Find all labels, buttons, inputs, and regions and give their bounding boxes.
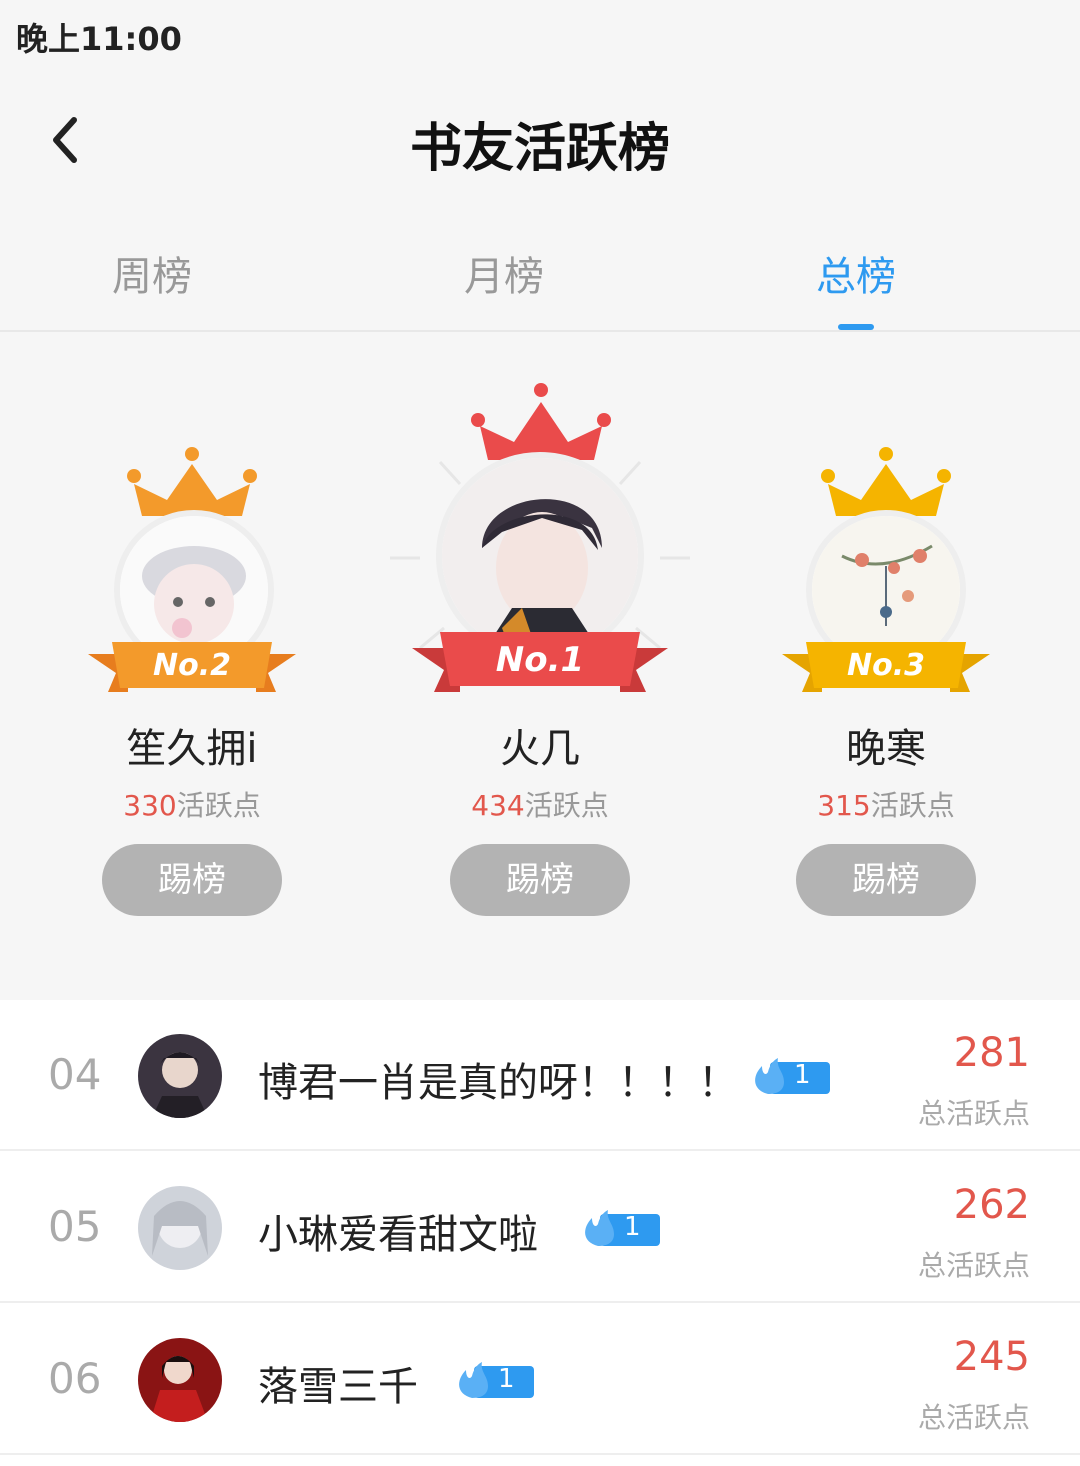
points-unit: 活跃点 — [176, 789, 261, 822]
fire-icon — [755, 1058, 830, 1094]
ranking-list: 04 博君一肖是真的呀！！！！ 1 281 总活跃点 05 小琳爱看甜文啦 1 — [0, 1000, 1080, 1466]
kick-button[interactable]: 踢榜 — [450, 844, 630, 916]
score-value: 262 — [953, 1182, 1030, 1228]
tab-active-indicator — [838, 324, 874, 330]
score-label: 总活跃点 — [917, 1097, 1030, 1130]
rank-number: 05 — [48, 1202, 102, 1251]
avatar — [138, 1338, 222, 1422]
badge-level: 1 — [794, 1060, 811, 1090]
avatar — [138, 1034, 222, 1118]
badge-level: 1 — [624, 1212, 641, 1242]
fire-icon — [459, 1362, 534, 1398]
kick-button[interactable]: 踢榜 — [102, 844, 282, 916]
podium-top3: No.2 笙久拥i 330活跃点 踢榜 No.1 火几 434活跃点 踢榜 No… — [0, 332, 1080, 978]
podium-name: 晚寒 — [846, 726, 926, 772]
tab-overall[interactable]: 总榜 — [756, 244, 956, 302]
podium-points: 434活跃点 — [410, 784, 670, 824]
score-label: 总活跃点 — [917, 1249, 1030, 1282]
tab-monthly[interactable]: 月榜 — [404, 244, 604, 302]
score-label: 总活跃点 — [917, 1401, 1030, 1434]
rank-number: 04 — [48, 1050, 102, 1099]
rank-label: No.1 — [495, 640, 585, 680]
list-item[interactable]: 05 小琳爱看甜文啦 1 262 总活跃点 — [0, 1152, 1080, 1303]
ranking-tabs: 周榜 月榜 总榜 — [0, 220, 1080, 332]
points-unit: 活跃点 — [870, 789, 955, 822]
kick-button[interactable]: 踢榜 — [796, 844, 976, 916]
points-unit: 活跃点 — [524, 789, 609, 822]
status-bar: 晚上11:00 — [0, 0, 1080, 70]
fire-icon — [585, 1210, 660, 1246]
points-value: 434 — [471, 789, 525, 822]
podium-item-rank1[interactable]: No.1 火几 434活跃点 踢榜 — [390, 332, 690, 978]
status-time: 晚上11:00 — [16, 20, 182, 58]
page-title: 书友活跃榜 — [409, 119, 670, 179]
podium-name: 火几 — [500, 726, 580, 772]
list-item[interactable]: 04 博君一肖是真的呀！！！！ 1 281 总活跃点 — [0, 1000, 1080, 1151]
podium-item-rank3[interactable]: No.3 晚寒 315活跃点 踢榜 — [756, 332, 1016, 978]
score-value: 281 — [953, 1030, 1030, 1076]
podium-name: 笙久拥i — [126, 726, 258, 772]
fire-badge: 1 — [750, 1056, 830, 1096]
user-name: 小琳爱看甜文啦 — [258, 1212, 538, 1258]
fire-badge: 1 — [580, 1208, 660, 1248]
list-item[interactable]: 06 落雪三千 1 245 总活跃点 — [0, 1304, 1080, 1455]
avatar — [138, 1186, 222, 1270]
podium-item-rank2[interactable]: No.2 笙久拥i 330活跃点 踢榜 — [62, 332, 322, 978]
podium-points: 330活跃点 — [62, 784, 322, 824]
rank-label: No.2 — [153, 648, 231, 683]
podium-points: 315活跃点 — [756, 784, 1016, 824]
points-value: 315 — [817, 789, 871, 822]
user-name: 落雪三千 — [258, 1364, 418, 1410]
rank-label: No.3 — [847, 648, 925, 683]
badge-level: 1 — [498, 1364, 515, 1394]
user-name: 博君一肖是真的呀！！！！ — [258, 1060, 738, 1106]
fire-badge: 1 — [454, 1360, 534, 1400]
score-value: 245 — [953, 1334, 1030, 1380]
points-value: 330 — [123, 789, 177, 822]
tab-weekly[interactable]: 周榜 — [52, 244, 252, 302]
rank-number: 06 — [48, 1354, 102, 1403]
nav-bar: 书友活跃榜 — [0, 70, 1080, 206]
